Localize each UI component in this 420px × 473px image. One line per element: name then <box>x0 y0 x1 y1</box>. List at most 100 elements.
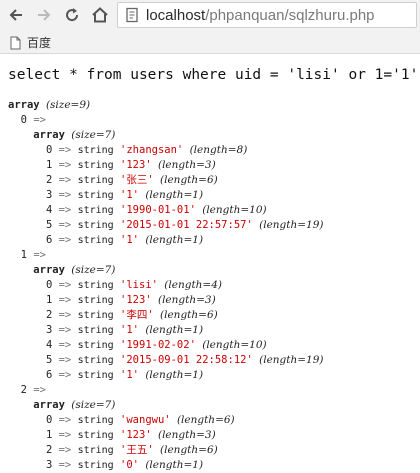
type-keyword: string <box>77 190 114 201</box>
dump-field-row: 0 => string 'lisi' (length=4) <box>8 278 418 293</box>
field-index: 4 <box>45 339 53 351</box>
type-keyword: string <box>77 205 114 216</box>
dump-field-row: 5 => string '2015-01-01 22:57:57' (lengt… <box>8 218 418 233</box>
dump-inner-array-header: array (size=7) <box>8 128 418 143</box>
field-index: 5 <box>45 219 53 231</box>
home-icon <box>92 7 108 23</box>
dump-field-row: 4 => string '1991-02-02' (length=10) <box>8 338 418 353</box>
sql-query-text: select * from users where uid = 'lisi' o… <box>8 67 419 83</box>
field-length: (length=1) <box>145 234 204 246</box>
field-value: '1990-01-01' <box>120 204 196 216</box>
field-length: (length=3) <box>157 294 216 306</box>
dump-field-row: 6 => string '1' (length=1) <box>8 233 418 248</box>
field-length: (length=1) <box>145 369 204 381</box>
type-keyword: string <box>77 340 114 351</box>
arrow-symbol: => <box>58 279 72 291</box>
arrow-symbol: => <box>58 429 72 441</box>
field-length: (length=10) <box>202 339 267 351</box>
field-index: 3 <box>45 189 53 201</box>
field-value: '2015-01-01 22:57:57' <box>120 219 253 231</box>
field-length: (length=6) <box>160 174 218 186</box>
field-length: (length=8) <box>189 144 248 156</box>
dump-array-header: array (size=9) <box>8 98 418 113</box>
field-length: (length=3) <box>157 429 216 441</box>
dump-field-row: 2 => string '王五' (length=6) <box>8 443 418 458</box>
type-keyword: string <box>77 370 114 381</box>
field-index: 4 <box>45 204 53 216</box>
bookmark-baidu[interactable]: 百度 <box>10 34 51 51</box>
arrow-symbol: => <box>58 159 72 171</box>
bookmark-label: 百度 <box>27 36 52 50</box>
field-value: '0' <box>120 459 139 471</box>
field-length: (length=1) <box>145 459 204 471</box>
var-dump-output: array (size=9) 0 => array (size=7) 0 => … <box>8 98 418 473</box>
field-value: '123' <box>120 159 152 171</box>
arrow-symbol: => <box>58 459 72 471</box>
field-value: 'wangwu' <box>120 414 171 426</box>
array-size: (size=7) <box>71 399 116 411</box>
home-button[interactable] <box>88 3 112 27</box>
reload-button[interactable] <box>60 3 84 27</box>
row-index: 0 <box>20 114 27 126</box>
field-value: '1991-02-02' <box>120 339 196 351</box>
array-keyword: array <box>33 264 65 276</box>
dump-row-index: 0 => <box>8 113 418 128</box>
field-index: 1 <box>45 159 53 171</box>
field-length: (length=3) <box>157 159 216 171</box>
field-length: (length=6) <box>160 444 218 456</box>
dump-row-index: 1 => <box>8 248 418 263</box>
arrow-symbol: => <box>58 339 72 351</box>
array-keyword: array <box>33 399 65 411</box>
field-index: 6 <box>45 369 53 381</box>
field-index: 1 <box>45 294 53 306</box>
array-keyword: array <box>8 99 40 111</box>
field-length: (length=19) <box>259 354 324 366</box>
dump-inner-array-header: array (size=7) <box>8 263 418 278</box>
field-length: (length=6) <box>176 414 235 426</box>
dump-field-row: 5 => string '2015-09-01 22:58:12' (lengt… <box>8 353 418 368</box>
dump-field-row: 3 => string '1' (length=1) <box>8 323 418 338</box>
arrow-symbol: => <box>58 444 72 456</box>
arrow-symbol: => <box>58 219 72 231</box>
page-content: select * from users where uid = 'lisi' o… <box>8 60 418 473</box>
field-index: 5 <box>45 354 53 366</box>
type-keyword: string <box>77 430 114 441</box>
page-info-icon <box>126 7 138 23</box>
type-keyword: string <box>77 175 114 186</box>
back-button[interactable] <box>4 3 28 27</box>
arrow-symbol: => <box>58 309 72 321</box>
back-arrow-icon <box>9 9 22 21</box>
field-index: 1 <box>45 429 53 441</box>
field-value: '张三' <box>120 174 154 186</box>
type-keyword: string <box>77 145 114 156</box>
url-text: localhost/phpanquan/sqlzhuru.php <box>146 7 375 24</box>
field-length: (length=6) <box>160 309 218 321</box>
forward-arrow-icon <box>38 9 51 21</box>
dump-field-row: 2 => string '张三' (length=6) <box>8 173 418 188</box>
type-keyword: string <box>77 310 114 321</box>
arrow-symbol: => <box>58 204 72 216</box>
field-value: 'lisi' <box>120 279 158 291</box>
dump-field-row: 3 => string '1' (length=1) <box>8 188 418 203</box>
dump-row-index: 2 => <box>8 383 418 398</box>
reload-icon <box>66 8 79 22</box>
type-keyword: string <box>77 295 114 306</box>
field-length: (length=1) <box>145 189 204 201</box>
arrow-symbol: => <box>58 234 72 246</box>
type-keyword: string <box>77 220 114 231</box>
forward-button[interactable] <box>32 3 56 27</box>
field-value: '123' <box>120 294 152 306</box>
bookmarks-bar: 百度 <box>0 30 420 54</box>
arrow-symbol: => <box>33 384 46 396</box>
field-value: '2015-09-01 22:58:12' <box>120 354 253 366</box>
field-value: '1' <box>120 234 139 246</box>
browser-toolbar: localhost/phpanquan/sqlzhuru.php <box>0 0 420 30</box>
address-bar[interactable]: localhost/phpanquan/sqlzhuru.php <box>117 2 417 28</box>
field-length: (length=1) <box>145 324 204 336</box>
field-index: 2 <box>45 174 53 186</box>
row-index: 2 <box>20 384 27 396</box>
field-value: '1' <box>120 324 139 336</box>
arrow-symbol: => <box>58 354 72 366</box>
dump-field-row: 1 => string '123' (length=3) <box>8 428 418 443</box>
arrow-symbol: => <box>58 294 72 306</box>
